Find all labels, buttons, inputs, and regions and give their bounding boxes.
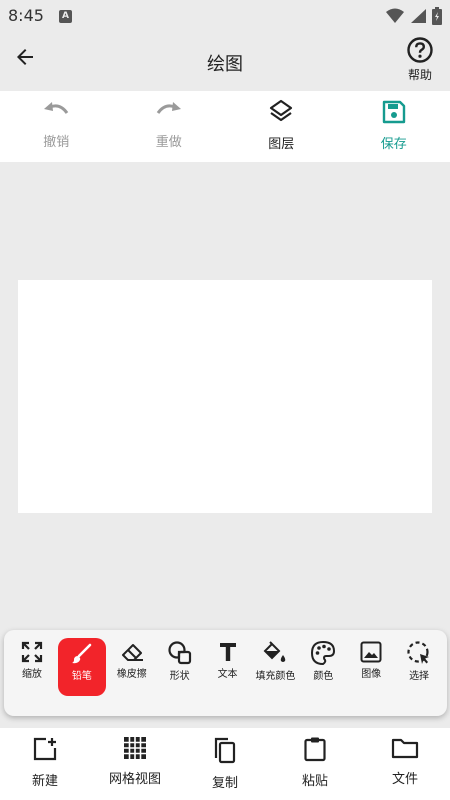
redo-button[interactable]: 重做: [113, 91, 226, 162]
paint-bucket-icon: [264, 641, 286, 662]
files-label: 文件: [391, 772, 418, 787]
undo-button[interactable]: 撤销: [0, 91, 113, 162]
undo-icon: [44, 102, 69, 114]
tool-image[interactable]: 图像: [347, 636, 395, 710]
new-label: 新建: [31, 774, 58, 789]
undo-label: 撤销: [43, 135, 70, 150]
status-bar: 8:45 A: [0, 0, 450, 32]
tool-pencil[interactable]: 铅笔: [57, 638, 106, 696]
tool-select[interactable]: 选择: [395, 636, 443, 710]
folder-icon: [391, 738, 419, 759]
help-icon: [407, 37, 433, 63]
copy-icon: [214, 737, 236, 764]
redo-icon: [156, 102, 181, 114]
drawing-canvas[interactable]: [18, 280, 432, 513]
bottom-bar: 新建 网格视图 复制 粘贴 文件: [0, 728, 450, 800]
grid-view-label: 网格视图: [108, 772, 161, 787]
select-icon: [407, 641, 430, 664]
tool-label: 选择: [409, 671, 430, 682]
tool-label: 文本: [217, 669, 238, 680]
text-icon: [219, 643, 236, 661]
signal-icon: [411, 9, 426, 23]
tool-label: 形状: [169, 671, 190, 682]
status-icons: [386, 6, 442, 26]
status-time: 8:45: [8, 6, 44, 25]
eraser-icon: [121, 644, 143, 661]
battery-icon: [432, 7, 442, 25]
copy-label: 复制: [211, 776, 238, 791]
palette-icon: [311, 640, 336, 666]
files-button[interactable]: 文件: [360, 728, 450, 800]
grid-icon: [124, 737, 146, 759]
layers-label: 图层: [268, 137, 295, 152]
save-label: 保存: [380, 137, 407, 152]
help-label: 帮助: [407, 68, 432, 82]
tool-label: 填充颜色: [255, 671, 296, 682]
brush-icon: [71, 643, 92, 664]
layers-icon: [270, 99, 293, 122]
page-title: 绘图: [207, 54, 243, 75]
tool-label: 铅笔: [71, 671, 92, 682]
paste-icon: [304, 737, 326, 762]
tool-eraser[interactable]: 橡皮擦: [108, 636, 156, 710]
layers-button[interactable]: 图层: [225, 91, 338, 162]
action-bar: 撤销 重做 图层 保存: [0, 91, 450, 162]
notification-icon: A: [59, 10, 72, 23]
wifi-icon: [386, 8, 404, 23]
tool-color[interactable]: 颜色: [299, 636, 347, 710]
tool-panel: 缩放 铅笔 橡皮擦 形状 文本 填充颜色 颜色 图像 选择: [4, 630, 447, 716]
paste-label: 粘贴: [301, 774, 328, 789]
zoom-expand-icon: [21, 641, 43, 663]
copy-button[interactable]: 复制: [180, 728, 270, 800]
tool-text[interactable]: 文本: [204, 636, 252, 710]
shapes-icon: [168, 641, 191, 665]
save-icon: [382, 100, 405, 124]
tool-shapes[interactable]: 形状: [156, 636, 204, 710]
tool-label: 图像: [361, 669, 382, 680]
tool-label: 缩放: [21, 669, 42, 680]
tool-zoom[interactable]: 缩放: [8, 636, 56, 710]
tool-fill-color[interactable]: 填充颜色: [252, 636, 300, 710]
new-button[interactable]: 新建: [0, 728, 90, 800]
save-button[interactable]: 保存: [338, 91, 450, 162]
tool-label: 橡皮擦: [116, 669, 147, 680]
paste-button[interactable]: 粘贴: [270, 728, 360, 800]
tool-label: 颜色: [313, 671, 334, 682]
help-button[interactable]: 帮助: [400, 36, 440, 83]
canvas-area: [0, 162, 450, 630]
app-bar: 绘图 帮助: [0, 32, 450, 90]
redo-label: 重做: [155, 135, 182, 150]
image-icon: [360, 641, 382, 663]
new-icon: [33, 737, 57, 761]
grid-view-button[interactable]: 网格视图: [90, 728, 180, 800]
